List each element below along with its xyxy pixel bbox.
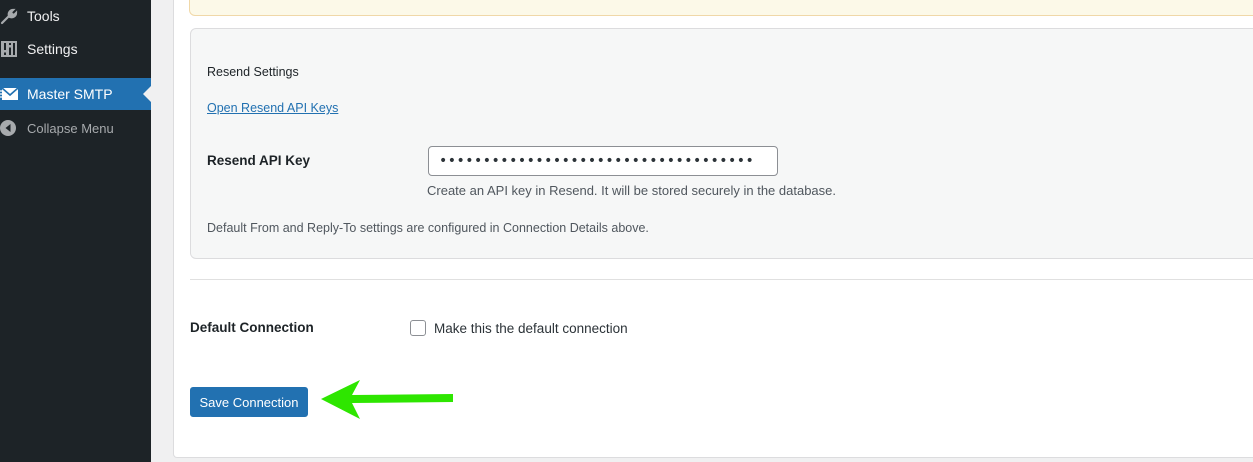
collapse-icon [0,118,20,138]
sidebar-item-label: Collapse Menu [27,120,114,136]
sidebar-item-label: Settings [27,41,78,57]
default-connection-checkbox-label[interactable]: Make this the default connection [434,321,628,336]
sidebar-item-settings[interactable]: Settings [0,33,151,65]
sliders-icon [0,39,20,59]
default-connection-checkbox[interactable] [410,320,426,336]
api-key-help-text: Create an API key in Resend. It will be … [427,183,837,198]
resend-api-key-input[interactable] [428,146,778,176]
admin-sidebar: Tools Settings Master SMTP Collapse Menu [0,0,151,462]
open-resend-api-keys-link[interactable]: Open Resend API Keys [207,101,338,115]
save-connection-button[interactable]: Save Connection [190,387,308,417]
sidebar-item-master-smtp[interactable]: Master SMTP [0,78,151,110]
default-connection-label: Default Connection [190,320,314,335]
resend-settings-heading: Resend Settings [207,65,299,79]
envelope-icon [0,84,20,104]
wrench-icon [0,6,20,26]
sidebar-item-label: Tools [27,8,60,24]
resend-api-key-label: Resend API Key [207,153,311,168]
green-arrow-icon [321,380,453,419]
sidebar-item-tools[interactable]: Tools [0,0,151,32]
notice-banner [189,0,1253,16]
sidebar-item-label: Master SMTP [27,86,113,102]
collapse-menu-button[interactable]: Collapse Menu [0,112,151,144]
section-divider [190,279,1253,280]
default-settings-note: Default From and Reply-To settings are c… [207,221,649,235]
